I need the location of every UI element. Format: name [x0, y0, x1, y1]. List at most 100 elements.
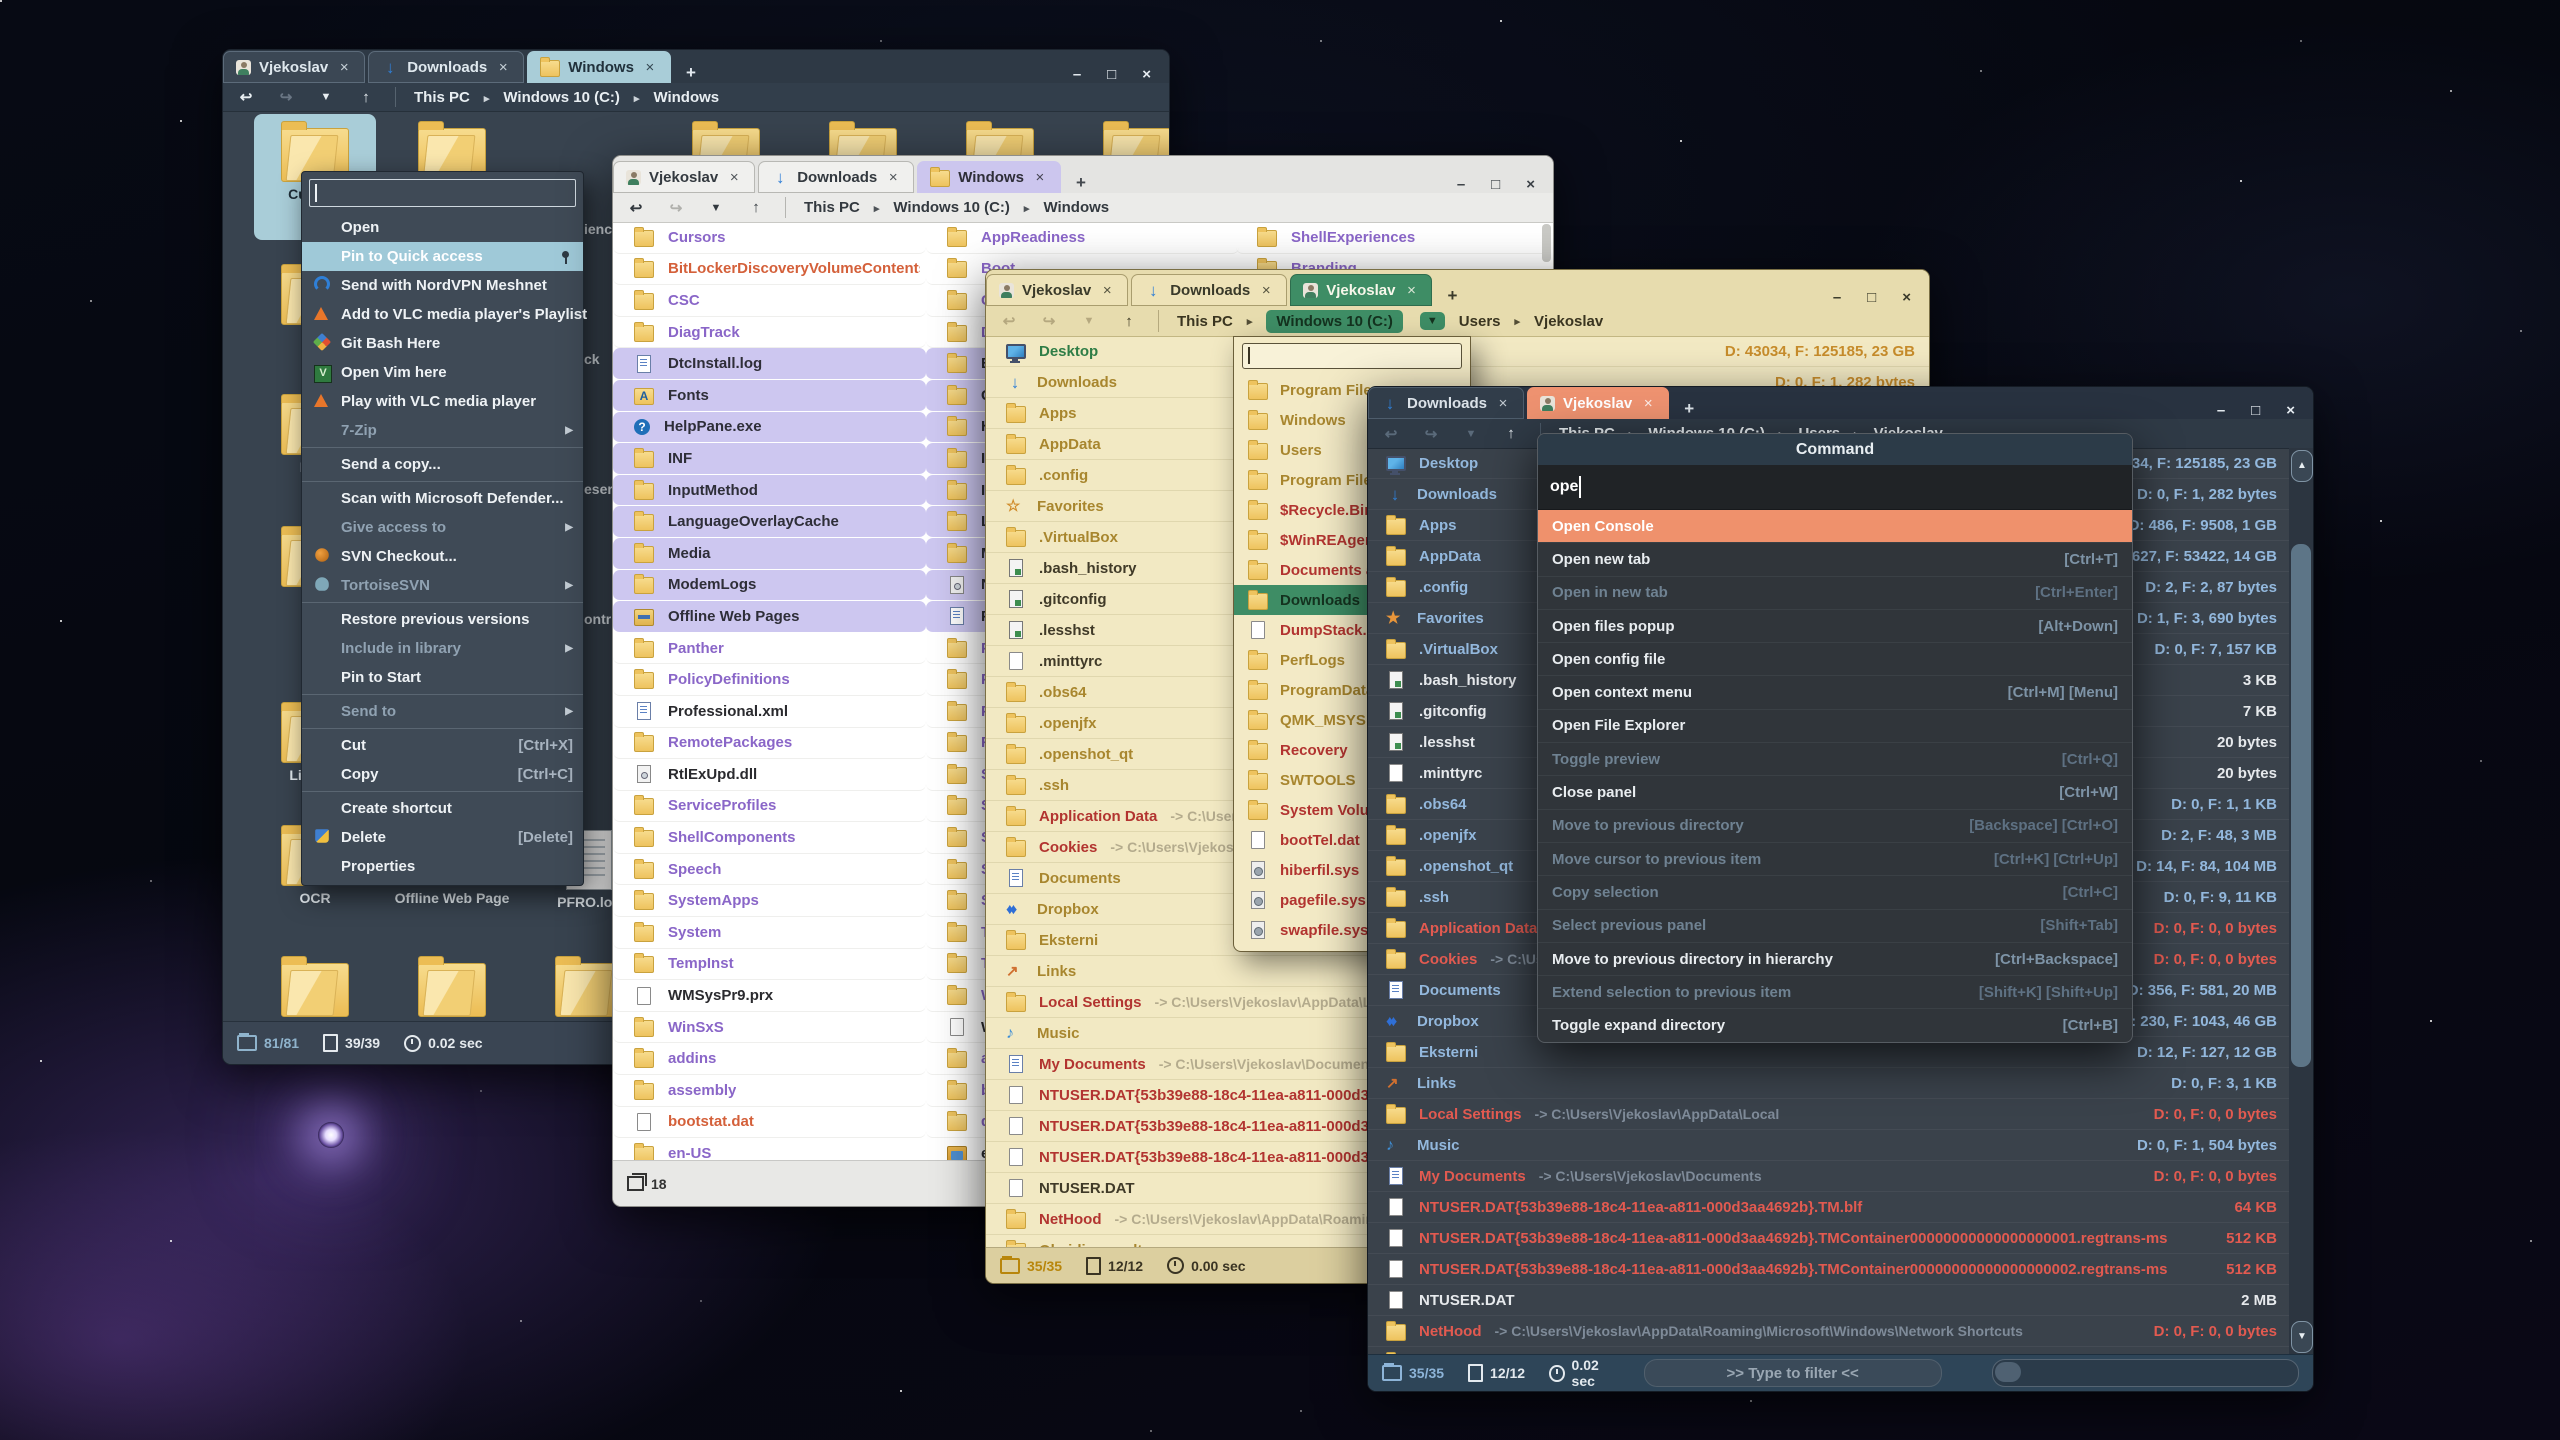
tab[interactable]: Windows × — [917, 161, 1061, 193]
grid-tile[interactable] — [254, 949, 376, 1022]
up-icon[interactable]: ↑ — [355, 89, 377, 106]
tab-close-icon[interactable]: × — [1032, 169, 1048, 186]
menu-item[interactable]: Delete [Delete] — [302, 823, 583, 852]
menu-item[interactable]: Properties — [302, 852, 583, 881]
breadcrumb-item[interactable]: Windows▸ — [653, 89, 719, 106]
breadcrumb-item[interactable]: Windows▸ — [1043, 199, 1109, 216]
palette-command[interactable]: Extend selection to previous item [Shift… — [1538, 975, 2132, 1008]
file-row[interactable]: Offline Web Pages — [613, 601, 926, 633]
menu-item[interactable]: Give access to — [302, 513, 583, 542]
file-row[interactable]: Speech — [613, 854, 926, 886]
close-button[interactable]: × — [2286, 402, 2295, 419]
scroll-down-icon[interactable]: ▼ — [2291, 1321, 2313, 1353]
file-row[interactable]: HelpPane.exe — [613, 412, 926, 444]
file-row[interactable]: NetHood -> C:\Users\Vjekoslav\AppData\Ro… — [1368, 1316, 2289, 1347]
file-row[interactable]: Music D: 0, F: 1, 504 bytes — [1368, 1130, 2289, 1161]
file-row[interactable]: ShellExperiences — [1236, 222, 1549, 254]
file-row[interactable]: NTUSER.DAT{53b39e88-18c4-11ea-a811-000d3… — [1368, 1254, 2289, 1285]
tab[interactable]: Downloads × — [1131, 274, 1287, 306]
file-row[interactable]: assembly — [613, 1075, 926, 1107]
tab-close-icon[interactable]: × — [1495, 395, 1511, 412]
file-row[interactable]: WinSxS — [613, 1012, 926, 1044]
forward-icon[interactable]: ↪ — [1038, 312, 1060, 330]
file-row[interactable]: System — [613, 917, 926, 949]
file-row[interactable]: WMSysPr9.prx — [613, 980, 926, 1012]
breadcrumb-item[interactable]: Vjekoslav — [1534, 313, 1603, 330]
menu-item[interactable]: SVN Checkout... — [302, 542, 583, 571]
history-dropdown-icon[interactable]: ▼ — [705, 202, 727, 214]
menu-item[interactable]: Pin to Start — [302, 663, 583, 692]
menu-item[interactable]: TortoiseSVN — [302, 571, 583, 600]
breadcrumb-item[interactable]: Users — [1459, 313, 1501, 330]
file-row[interactable]: en-US — [613, 1138, 926, 1161]
file-row[interactable]: NTUSER.DAT{53b39e88-18c4-11ea-a811-000d3… — [1368, 1192, 2289, 1223]
palette-command[interactable]: Open new tab [Ctrl+T] — [1538, 542, 2132, 575]
tab-close-icon[interactable]: × — [1258, 282, 1274, 299]
menu-item[interactable]: Restore previous versions — [302, 602, 583, 634]
breadcrumb-item[interactable]: This PC▸ — [414, 89, 489, 106]
menu-item[interactable]: Add to VLC media player's Playlist — [302, 300, 583, 329]
file-row[interactable]: Media — [613, 538, 926, 570]
close-button[interactable]: × — [1902, 289, 1911, 306]
menu-item[interactable]: Play with VLC media player — [302, 387, 583, 416]
file-row[interactable]: CSC — [613, 285, 926, 317]
minimize-button[interactable]: – — [1073, 66, 1081, 83]
palette-command[interactable]: Move to previous directory in hierarchy … — [1538, 942, 2132, 975]
tab[interactable]: Vjekoslav × — [1527, 387, 1669, 419]
file-row[interactable]: DiagTrack — [613, 317, 926, 349]
breadcrumb-drive-chip[interactable]: Windows 10 (C:) — [1266, 310, 1403, 333]
file-row[interactable]: Links D: 0, F: 3, 1 KB — [1368, 1068, 2289, 1099]
maximize-button[interactable]: □ — [2251, 402, 2260, 419]
tab-close-icon[interactable]: × — [726, 169, 742, 186]
grid-tile[interactable] — [391, 949, 513, 1022]
palette-command[interactable]: Open in new tab [Ctrl+Enter] — [1538, 576, 2132, 609]
minimize-button[interactable]: – — [1457, 176, 1465, 193]
file-row[interactable]: Fonts — [613, 380, 926, 412]
file-row[interactable]: ShellComponents — [613, 822, 926, 854]
maximize-button[interactable]: □ — [1867, 289, 1876, 306]
menu-item[interactable]: Include in library — [302, 634, 583, 663]
tab[interactable]: Downloads × — [1368, 387, 1524, 419]
file-row[interactable]: NTUSER.DAT{53b39e88-18c4-11ea-a811-000d3… — [1368, 1223, 2289, 1254]
file-row[interactable]: SystemApps — [613, 885, 926, 917]
palette-command[interactable]: Toggle preview [Ctrl+Q] — [1538, 742, 2132, 775]
tab-close-icon[interactable]: × — [885, 169, 901, 186]
palette-command[interactable]: Open config file — [1538, 642, 2132, 675]
menu-item[interactable]: Create shortcut — [302, 791, 583, 823]
scrollbar-thumb[interactable] — [2291, 544, 2311, 1067]
menu-item[interactable]: Pin to Quick access — [302, 242, 583, 271]
tab[interactable]: Windows × — [527, 51, 671, 83]
dropdown-filter-input[interactable] — [1242, 343, 1462, 369]
file-row[interactable]: LanguageOverlayCache — [613, 506, 926, 538]
filter-box[interactable]: >> Type to filter << — [1644, 1359, 1942, 1387]
menu-item[interactable]: 7-Zip — [302, 416, 583, 445]
file-row[interactable]: My Documents -> C:\Users\Vjekoslav\Docum… — [1368, 1161, 2289, 1192]
menu-item[interactable]: Open Vim here — [302, 358, 583, 387]
new-tab-button[interactable]: + — [1064, 173, 1098, 193]
file-row[interactable]: Local Settings -> C:\Users\Vjekoslav\App… — [1368, 1099, 2289, 1130]
palette-command[interactable]: Toggle expand directory [Ctrl+B] — [1538, 1008, 2132, 1041]
menu-item[interactable]: Git Bash Here — [302, 329, 583, 358]
palette-command[interactable]: Open Console — [1538, 510, 2132, 542]
up-icon[interactable]: ↑ — [1118, 313, 1140, 330]
file-row[interactable]: RtlExUpd.dll — [613, 759, 926, 791]
scroll-up-icon[interactable]: ▲ — [2291, 450, 2313, 482]
breadcrumb-item[interactable]: This PC — [1177, 313, 1233, 330]
file-row[interactable]: DtcInstall.log — [613, 348, 926, 380]
minimize-button[interactable]: – — [1833, 289, 1841, 306]
file-row[interactable]: RemotePackages — [613, 728, 926, 760]
back-icon[interactable]: ↩ — [235, 88, 257, 106]
drive-dropdown-arrow[interactable]: ▼ — [1420, 312, 1445, 330]
maximize-button[interactable]: □ — [1107, 66, 1116, 83]
tab-close-icon[interactable]: × — [1099, 282, 1115, 299]
new-tab-button[interactable]: + — [674, 63, 708, 83]
tab-close-icon[interactable]: × — [642, 59, 658, 76]
tab-close-icon[interactable]: × — [336, 59, 352, 76]
file-row[interactable]: Professional.xml — [613, 696, 926, 728]
file-row[interactable]: ServiceProfiles — [613, 791, 926, 823]
palette-command[interactable]: Move to previous directory [Backspace] [… — [1538, 809, 2132, 842]
menu-filter-input[interactable] — [309, 179, 576, 207]
close-button[interactable]: × — [1526, 176, 1535, 193]
file-row[interactable]: NTUSER.DAT 2 MB — [1368, 1285, 2289, 1316]
back-icon[interactable]: ↩ — [625, 199, 647, 217]
